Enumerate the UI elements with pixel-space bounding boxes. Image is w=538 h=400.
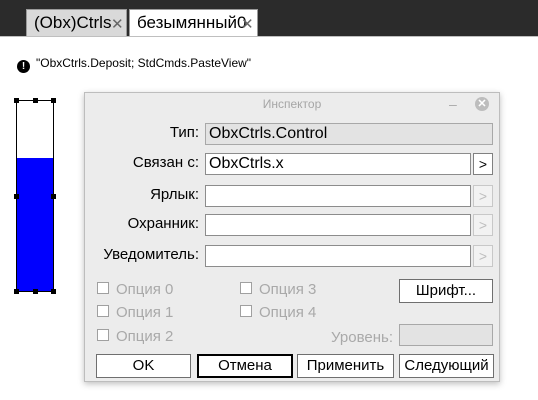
resize-handle[interactable] — [51, 194, 56, 199]
checkbox-icon — [97, 305, 109, 317]
link-arrow-button[interactable]: > — [473, 153, 493, 175]
tab-untitled[interactable]: безымянный0 ✕ — [129, 9, 258, 37]
type-field: ObxCtrls.Control — [205, 123, 493, 145]
level-gauge[interactable] — [16, 100, 54, 292]
resize-handle[interactable] — [33, 289, 38, 294]
option-0-checkbox[interactable]: Опция 0 — [97, 281, 173, 298]
command-line[interactable]: ! "ObxCtrls.Deposit; StdCmds.PasteView" — [17, 56, 251, 73]
option-label: Опция 4 — [259, 304, 317, 321]
notifier-field[interactable] — [205, 245, 471, 267]
option-4-checkbox[interactable]: Опция 4 — [240, 304, 316, 321]
notifier-label: Уведомитель: — [103, 246, 199, 263]
resize-handle[interactable] — [51, 289, 56, 294]
apply-button[interactable]: Применить — [297, 354, 394, 378]
link-field[interactable]: ObxCtrls.x — [205, 153, 471, 175]
label-arrow-button: > — [473, 185, 493, 207]
type-label: Тип: — [169, 124, 199, 141]
level-field — [399, 324, 493, 346]
inspector-dialog: Инспектор – ✕ Тип: ObxCtrls.Control Связ… — [84, 92, 500, 382]
link-label: Связан с: — [132, 154, 199, 171]
next-button[interactable]: Следующий — [399, 354, 494, 378]
option-1-checkbox[interactable]: Опция 1 — [97, 304, 173, 321]
gauge-fill — [17, 158, 53, 291]
tab-obx-ctrls[interactable]: (Obx)Ctrls ✕ — [26, 9, 127, 37]
close-icon[interactable]: ✕ — [475, 97, 489, 111]
tab-bar: (Obx)Ctrls ✕ безымянный0 ✕ — [0, 0, 538, 37]
tab-label: (Obx)Ctrls — [34, 13, 112, 32]
option-2-checkbox[interactable]: Опция 2 — [97, 328, 173, 345]
checkbox-icon — [240, 305, 252, 317]
option-label: Опция 1 — [116, 304, 174, 321]
label-field[interactable] — [205, 185, 471, 207]
guard-field[interactable] — [205, 214, 471, 236]
font-button[interactable]: Шрифт... — [399, 279, 493, 303]
commander-icon[interactable]: ! — [17, 60, 30, 73]
option-3-checkbox[interactable]: Опция 3 — [240, 281, 316, 298]
minimize-icon[interactable]: – — [449, 93, 457, 115]
option-label: Опция 2 — [116, 328, 174, 345]
tab-bar-divider — [0, 36, 538, 37]
notifier-arrow-button: > — [473, 245, 493, 267]
checkbox-icon — [97, 282, 109, 294]
guard-label: Охранник: — [127, 215, 199, 232]
cancel-button[interactable]: Отмена — [197, 354, 293, 378]
checkbox-icon — [97, 329, 109, 341]
option-label: Опция 0 — [116, 281, 174, 298]
resize-handle[interactable] — [14, 194, 19, 199]
guard-arrow-button: > — [473, 214, 493, 236]
dialog-title: Инспектор — [262, 97, 322, 111]
close-icon[interactable]: ✕ — [241, 15, 254, 33]
command-text: "ObxCtrls.Deposit; StdCmds.PasteView" — [36, 56, 252, 70]
resize-handle[interactable] — [33, 98, 38, 103]
ok-button[interactable]: OK — [96, 354, 191, 378]
close-icon[interactable]: ✕ — [111, 15, 124, 33]
resize-handle[interactable] — [14, 289, 19, 294]
tab-label: безымянный0 — [137, 13, 247, 32]
checkbox-icon — [240, 282, 252, 294]
label-label: Ярлык: — [150, 186, 199, 203]
resize-handle[interactable] — [14, 98, 19, 103]
option-label: Опция 3 — [259, 281, 317, 298]
resize-handle[interactable] — [51, 98, 56, 103]
level-label: Уровень: — [331, 329, 393, 346]
